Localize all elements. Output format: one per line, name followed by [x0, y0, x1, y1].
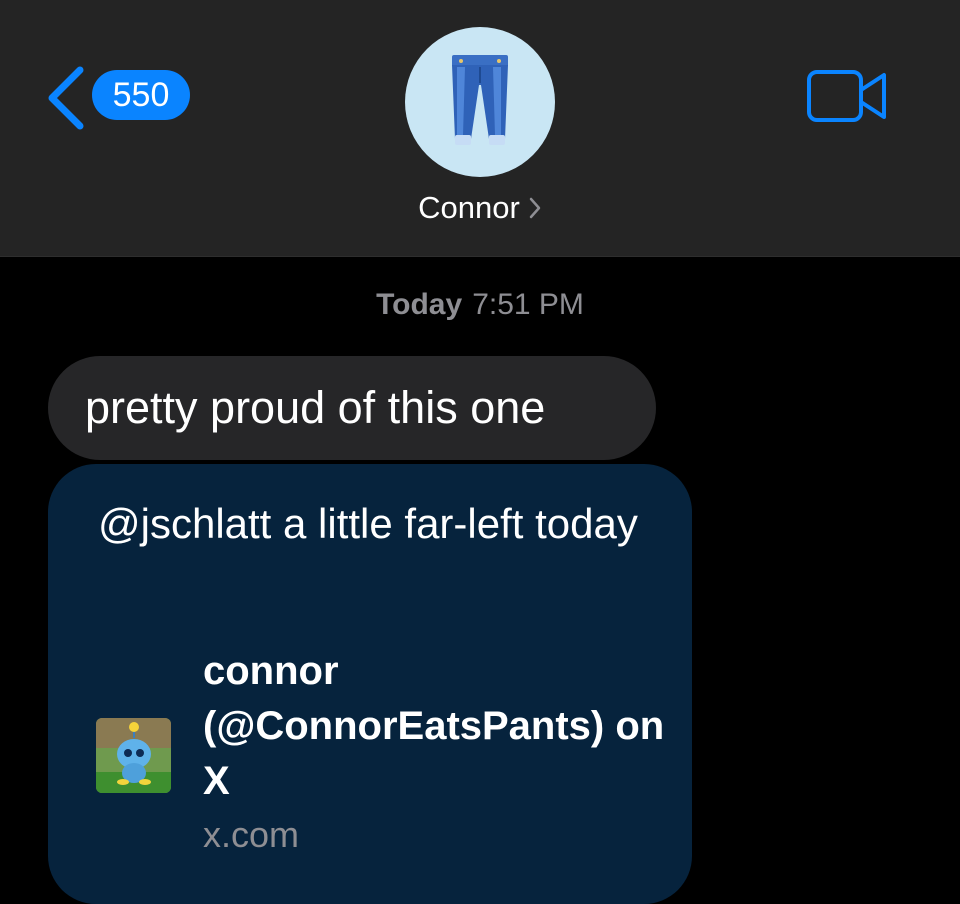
incoming-message-bubble[interactable]: pretty proud of this one — [48, 356, 656, 460]
message-timestamp: Today 7:51 PM — [0, 288, 960, 322]
video-camera-icon — [807, 70, 886, 122]
chevron-left-icon — [44, 66, 88, 135]
contact-avatar[interactable] — [405, 27, 555, 177]
unread-count-badge: 550 — [92, 70, 190, 120]
link-preview-domain: x.com — [203, 814, 300, 855]
link-preview-title: connor (@ConnorEatsPants) on X — [203, 649, 665, 803]
video-call-button[interactable] — [806, 68, 888, 129]
contact-name-button[interactable]: Connor — [0, 190, 960, 228]
back-button[interactable]: 550 — [44, 62, 204, 132]
link-preview-card[interactable]: @jschlatt a little far-left today connor… — [48, 464, 692, 904]
timestamp-time: 7:51 PM — [472, 288, 584, 321]
timestamp-day: Today — [376, 288, 463, 321]
link-message-text: @jschlatt a little far-left today — [98, 500, 638, 547]
jeans-emoji-icon — [452, 55, 508, 145]
chevron-right-icon — [528, 192, 542, 228]
conversation-header: 550 Connor — [0, 0, 960, 257]
link-thumbnail — [96, 718, 171, 793]
contact-name: Connor — [418, 190, 520, 225]
